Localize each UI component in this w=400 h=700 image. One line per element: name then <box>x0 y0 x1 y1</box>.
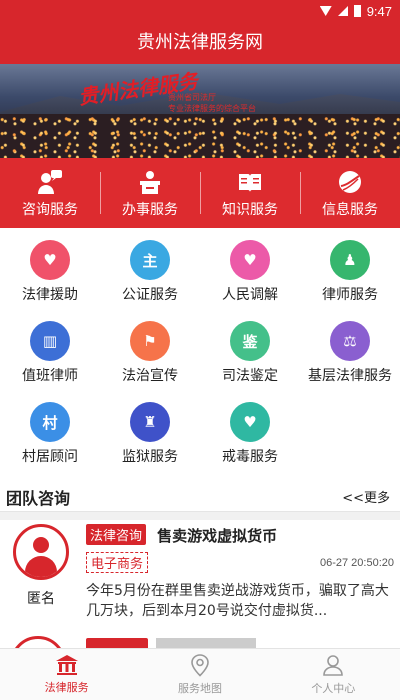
team-consult-header: 团队咨询 <<更多 <box>0 482 400 512</box>
user-name: 匿名 <box>27 591 55 607</box>
nav-label: 个人中心 <box>311 682 356 695</box>
service-label: 人民调解 <box>222 287 278 303</box>
case-body: 今年5月份在群里售卖逆战游戏货币，骗取了高大几万块，后到本月20号说交付虚拟货.… <box>86 583 389 619</box>
service-item[interactable]: ♜ 监狱服务 <box>100 394 200 475</box>
bottom-nav: 法律服务 服务地图 个人中心 <box>0 648 400 700</box>
heart-hands-icon: ♥ <box>30 240 70 280</box>
case-title: 售卖游戏虚拟货币 <box>157 527 278 545</box>
service-label: 律师服务 <box>322 287 378 303</box>
rehab-icon: ♥ <box>230 402 270 442</box>
service-label: 司法鉴定 <box>222 368 278 384</box>
service-item[interactable]: 主公证服务 <box>100 232 200 313</box>
service-item[interactable]: ♟ 律师服务 <box>300 232 400 313</box>
banner-tagline-line1: 贵州省司法厅 <box>168 93 216 102</box>
consult-card[interactable]: 匿名 法律咨询 售卖游戏虚拟货币 电子商务 06-27 20:50:20 今年5… <box>0 520 400 632</box>
village-icon: 村 <box>30 402 70 442</box>
service-item[interactable]: ♥ 人民调解 <box>200 232 300 313</box>
case-timestamp: 06-27 20:50:20 <box>319 557 394 569</box>
lawyer-icon: ♟ <box>330 240 370 280</box>
service-item[interactable]: 村村居顾问 <box>0 394 100 475</box>
banner-tagline: 贵州省司法厅 专业法律服务的综合平台 <box>168 92 256 114</box>
service-item[interactable]: ♥ 法律援助 <box>0 232 100 313</box>
status-time: 9:47 <box>366 3 392 19</box>
tab-label: 咨询服务 <box>22 201 78 218</box>
service-label: 值班律师 <box>22 368 78 384</box>
topic-tag: 电子商务 <box>86 552 149 573</box>
handshake-icon: ♥ <box>230 240 270 280</box>
category-badge: 法律咨询 <box>86 524 147 545</box>
scales-icon: ⚖ <box>330 321 370 361</box>
service-item[interactable]: ⚑ 法治宣传 <box>100 313 200 394</box>
avatar <box>10 636 66 648</box>
tab-label: 知识服务 <box>222 201 278 218</box>
tab-info-service[interactable]: 信息服务 <box>300 158 400 228</box>
avatar <box>13 524 69 580</box>
avatar-head <box>33 537 49 553</box>
category-badge <box>86 638 148 648</box>
tab-knowledge-service[interactable]: 知识服务 <box>200 158 300 228</box>
flag-icon: ⚑ <box>130 321 170 361</box>
notary-icon: 主 <box>130 240 170 280</box>
service-label: 监狱服务 <box>122 449 178 465</box>
chat-user-icon <box>36 168 64 196</box>
consult-content: 法律咨询 售卖游戏虚拟货币 电子商务 06-27 20:50:20 今年5月份在… <box>82 520 400 632</box>
desk-icon <box>136 168 164 196</box>
service-grid: ♥ 法律援助 主公证服务 ♥ 人民调解 ♟ 律师服务 ▥ 值班律师 ⚑ 法治宣传 鉴司法鉴定 ⚖ 基层法律… <box>0 228 400 475</box>
signal-icon <box>337 6 348 16</box>
service-item[interactable]: ⚖ 基层法律服务 <box>300 313 400 394</box>
avatar-body <box>25 556 57 577</box>
appraisal-icon: 鉴 <box>230 321 270 361</box>
service-label: 法律援助 <box>22 287 78 303</box>
divider <box>0 512 400 520</box>
tab-consult-service[interactable]: 咨询服务 <box>0 158 100 228</box>
service-label: 法治宣传 <box>122 368 178 384</box>
status-bar: 9:47 <box>0 0 400 22</box>
prison-icon: ♜ <box>130 402 170 442</box>
next-consult-card-partial[interactable] <box>0 632 400 648</box>
page-title: 贵州法律服务网 <box>0 22 400 64</box>
service-item[interactable]: ♥ 戒毒服务 <box>200 394 300 475</box>
court-icon: ▥ <box>30 321 70 361</box>
tab-label: 信息服务 <box>322 201 378 218</box>
more-link[interactable]: <<更多 <box>342 487 390 506</box>
banner-town-lights <box>0 114 400 158</box>
service-label: 公证服务 <box>122 287 178 303</box>
banner[interactable]: 贵州法律服务 贵州省司法厅 专业法律服务的综合平台 <box>0 64 400 158</box>
main-category-bar: 咨询服务 办事服务 知识服务 信息服务 <box>0 158 400 228</box>
nav-label: 法律服务 <box>44 681 89 694</box>
banner-tagline-line2: 专业法律服务的综合平台 <box>168 104 256 113</box>
nav-personal-center[interactable]: 个人中心 <box>267 649 400 700</box>
case-title <box>156 638 256 648</box>
service-label: 戒毒服务 <box>222 449 278 465</box>
map-pin-icon <box>191 654 209 677</box>
nav-service-map[interactable]: 服务地图 <box>133 649 266 700</box>
consult-user: 匿名 <box>0 520 82 632</box>
service-item[interactable]: ▥ 值班律师 <box>0 313 100 394</box>
globe-icon <box>336 168 364 196</box>
courthouse-icon <box>55 655 78 675</box>
battery-icon <box>353 5 361 17</box>
book-icon <box>236 168 264 196</box>
service-item[interactable]: 鉴司法鉴定 <box>200 313 300 394</box>
section-title: 团队咨询 <box>6 488 71 508</box>
person-icon <box>323 655 344 676</box>
nav-legal-service[interactable]: 法律服务 <box>0 649 133 700</box>
wifi-icon <box>319 6 332 16</box>
service-label: 基层法律服务 <box>308 368 392 384</box>
service-label: 村居顾问 <box>22 449 78 465</box>
tab-label: 办事服务 <box>122 201 178 218</box>
nav-label: 服务地图 <box>177 682 222 695</box>
tab-affairs-service[interactable]: 办事服务 <box>100 158 200 228</box>
